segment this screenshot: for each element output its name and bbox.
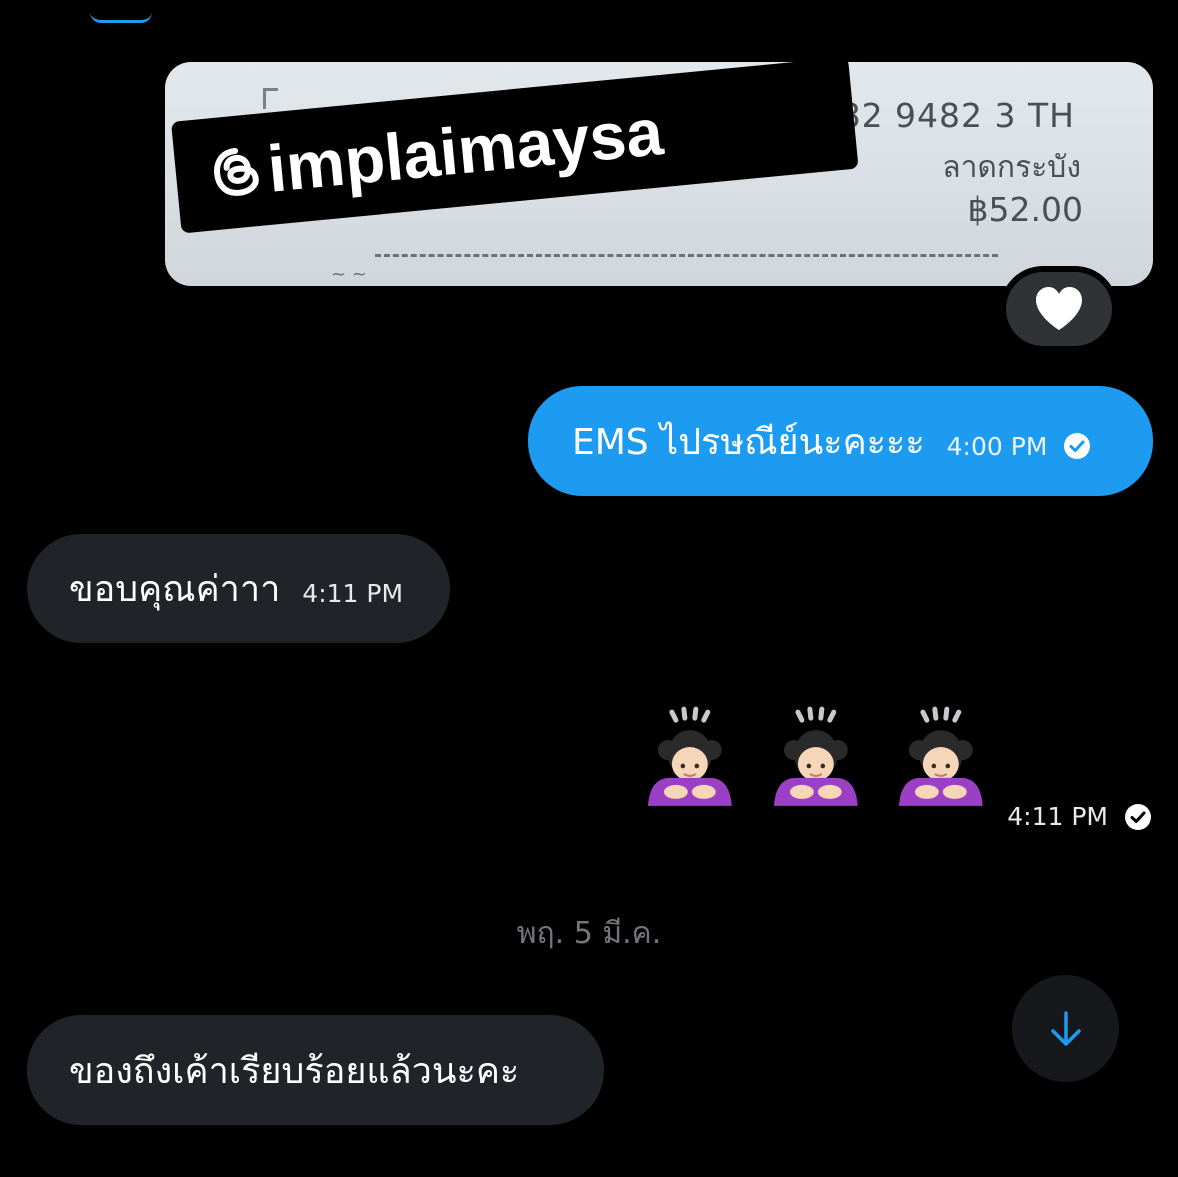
- white-heart-icon: [1036, 287, 1082, 330]
- receipt-location: ลาดกระบัง: [942, 150, 1081, 185]
- message-text: ขอบคุณค่าาา: [69, 569, 281, 610]
- receipt-corner-mark: [263, 88, 278, 109]
- receipt-handwriting: ~ ~: [331, 264, 367, 285]
- incoming-message[interactable]: ของถึงเค้าเรียบร้อยแล้วนะคะ: [27, 1015, 604, 1125]
- check-circle-icon: [1125, 803, 1151, 830]
- previous-message-edge: [90, 12, 152, 23]
- image-message[interactable]: 82 9482 3 TH ลาดกระบัง ฿52.00 ~ ~ implai…: [165, 62, 1153, 286]
- date-separator: พฤ. 5 มี.ค.: [516, 916, 662, 951]
- message-time: 4:00 PM: [946, 431, 1048, 461]
- arrow-down-icon: [1050, 1010, 1081, 1046]
- receipt-divider: [375, 254, 998, 257]
- receipt-price: ฿52.00: [967, 190, 1083, 229]
- receipt-tracking-number: 82 9482 3 TH: [839, 96, 1075, 135]
- message-time: 4:11 PM: [302, 579, 404, 608]
- message-text: EMS ไปรษณีย์นะคะะะ: [572, 421, 925, 463]
- watermark-handle: implaimaysa: [264, 94, 666, 206]
- incoming-message[interactable]: ขอบคุณค่าาา 4:11 PM: [27, 534, 450, 643]
- emoji-message-meta: 4:11 PM: [1007, 802, 1152, 831]
- emoji-message[interactable]: [638, 706, 993, 814]
- woman-bowing-emoji: [773, 706, 858, 806]
- outgoing-message[interactable]: EMS ไปรษณีย์นะคะะะ 4:00 PM: [528, 386, 1153, 496]
- heart-reaction[interactable]: [1006, 272, 1112, 346]
- message-time: 4:11 PM: [1007, 802, 1108, 831]
- threads-icon: [214, 147, 259, 196]
- woman-bowing-emoji: [647, 706, 732, 806]
- message-text: ของถึงเค้าเรียบร้อยแล้วนะคะ: [69, 1050, 520, 1092]
- check-circle-icon: [1064, 433, 1091, 459]
- woman-bowing-emoji: [899, 706, 984, 806]
- scroll-to-bottom-button[interactable]: [1012, 975, 1119, 1082]
